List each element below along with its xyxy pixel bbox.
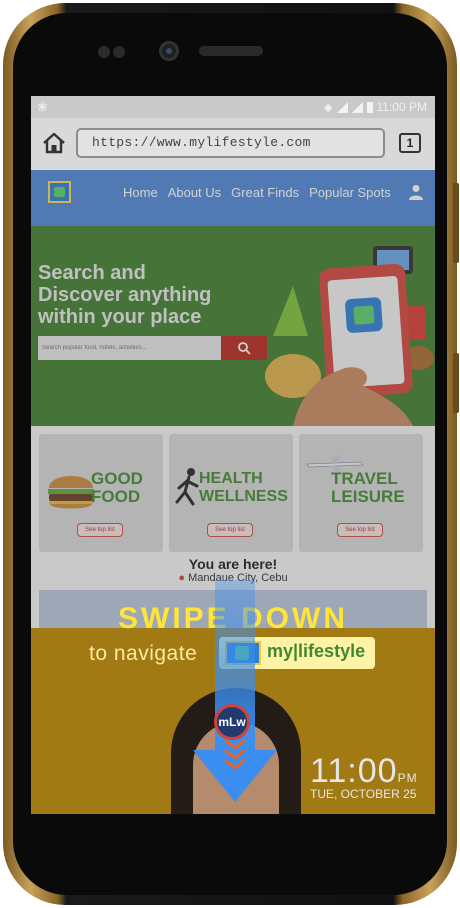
clock-ampm: PM — [397, 771, 418, 785]
clock-time: 11:00 — [310, 752, 398, 790]
browser-toolbar: https://www.mylifestyle.com 1 — [31, 118, 435, 170]
home-icon[interactable] — [41, 130, 67, 156]
status-icons: ◆ 11:00 PM — [324, 100, 427, 114]
earpiece — [199, 46, 263, 56]
power-button — [453, 353, 459, 413]
tab-switcher-button[interactable]: 1 — [399, 133, 421, 153]
volume-button — [453, 183, 459, 263]
clock-date: TUE, OCTOBER 25 — [310, 787, 417, 801]
sensor-dots — [98, 45, 128, 63]
status-bar: ❀ ◆ 11:00 PM — [31, 96, 435, 118]
wifi-icon: ◆ — [324, 101, 333, 114]
dim-overlay — [31, 170, 435, 628]
battery-icon — [366, 101, 373, 113]
lockscreen-clock: 11:00PM TUE, OCTOBER 25 — [310, 752, 418, 801]
swipe-down-arrow-icon[interactable] — [185, 570, 285, 814]
signal-icon — [336, 101, 348, 113]
notification-icon: ❀ — [37, 99, 48, 114]
status-time: 11:00 PM — [376, 100, 427, 114]
phone-screen: ❀ ◆ 11:00 PM https://www.mylifestyle.com… — [31, 96, 435, 814]
signal-icon-2 — [351, 101, 363, 113]
front-camera — [159, 41, 179, 61]
app-badge: mLw — [214, 704, 250, 740]
swipe-subline: to navigate — [89, 642, 198, 665]
address-bar[interactable]: https://www.mylifestyle.com — [76, 128, 385, 158]
phone-frame: ❀ ◆ 11:00 PM https://www.mylifestyle.com… — [3, 3, 459, 905]
